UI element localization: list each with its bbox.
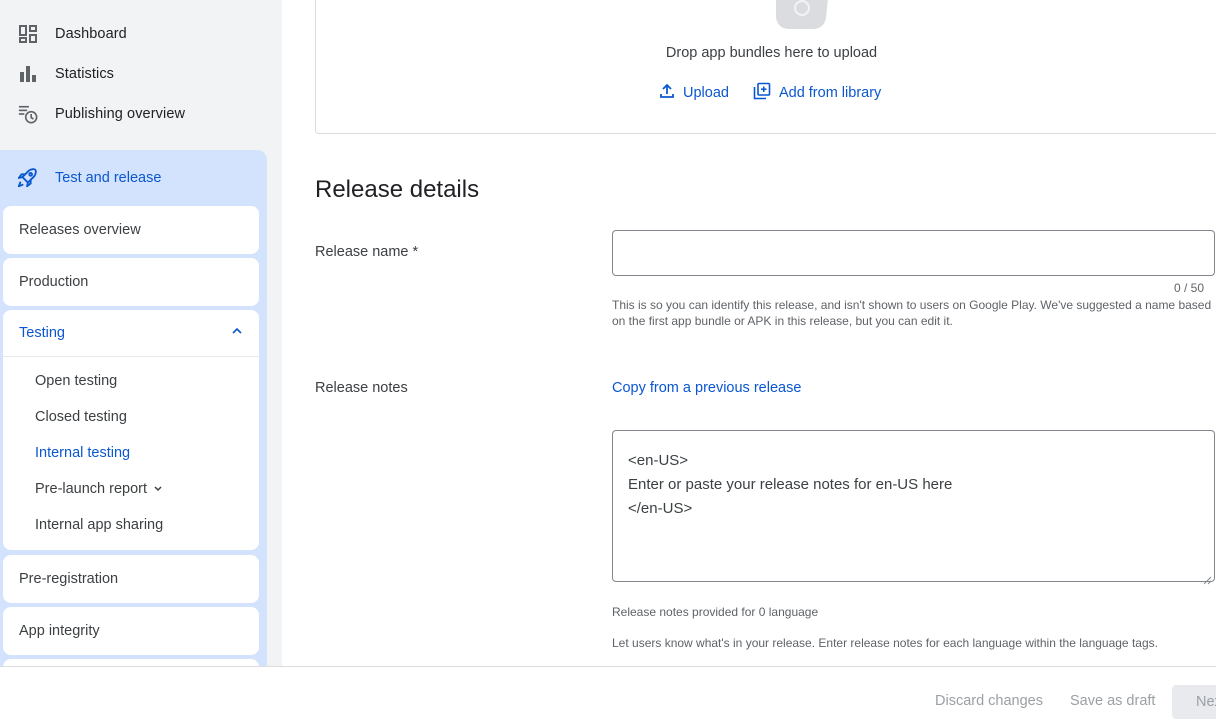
next-button[interactable]: Next — [1172, 685, 1216, 719]
sidebar-item-label: Testing — [19, 324, 65, 341]
sidebar-item-label: Open testing — [35, 373, 118, 389]
sidebar-item-statistics[interactable]: Statistics — [0, 54, 282, 94]
release-notes-help: Let users know what's in your release. E… — [612, 636, 1158, 650]
drop-instructions: Drop app bundles here to upload — [665, 45, 878, 61]
sidebar-item-publishing-overview[interactable]: Publishing overview — [0, 94, 282, 134]
sidebar-item-partial[interactable] — [3, 659, 259, 666]
sidebar-item-internal-testing[interactable]: Internal testing — [3, 435, 259, 471]
test-and-release-section: Test and release Releases overview Produ… — [0, 150, 267, 666]
upload-illustration-icon — [774, 0, 830, 32]
dashboard-icon — [18, 24, 38, 44]
sidebar-item-testing[interactable]: Testing — [3, 310, 259, 357]
chevron-down-icon — [153, 484, 163, 494]
release-name-label: Release name * — [315, 244, 418, 260]
notes-line: <en-US> — [628, 452, 689, 469]
sidebar: Dashboard Statistics Publishing overview… — [0, 0, 282, 666]
notes-line: </en-US> — [628, 500, 693, 517]
release-name-label-text: Release name — [315, 244, 409, 260]
bar-chart-icon — [18, 64, 38, 84]
sidebar-item-internal-app-sharing[interactable]: Internal app sharing — [3, 507, 259, 543]
sidebar-item-label: Dashboard — [55, 26, 127, 42]
sidebar-item-pre-launch-report[interactable]: Pre-launch report — [3, 471, 259, 507]
sidebar-item-label: Internal app sharing — [35, 517, 164, 533]
sidebar-item-label: Internal testing — [35, 445, 131, 461]
action-footer: Discard changes Save as draft Next — [0, 666, 1216, 723]
sidebar-item-closed-testing[interactable]: Closed testing — [3, 399, 259, 435]
sidebar-item-label: App integrity — [19, 623, 100, 639]
upload-dropzone[interactable]: Drop app bundles here to upload Upload A… — [315, 0, 1216, 134]
release-notes-count: Release notes provided for 0 language — [612, 605, 819, 619]
sidebar-item-label: Test and release — [55, 170, 162, 186]
rocket-icon — [16, 167, 38, 189]
sidebar-item-label: Production — [19, 274, 89, 290]
schedule-list-icon — [18, 104, 38, 124]
sidebar-item-dashboard[interactable]: Dashboard — [0, 14, 282, 54]
sidebar-item-label: Closed testing — [35, 409, 127, 425]
sidebar-item-production[interactable]: Production — [3, 258, 259, 306]
release-notes-textarea[interactable]: <en-US> Enter or paste your release note… — [612, 430, 1215, 585]
required-mark: * — [412, 244, 419, 260]
main-content: Drop app bundles here to upload Upload A… — [282, 0, 1216, 666]
library-add-icon — [753, 82, 771, 104]
add-from-library-button[interactable]: Add from library — [753, 82, 881, 104]
save-as-draft-button[interactable]: Save as draft — [1070, 693, 1155, 709]
upload-button-label: Upload — [683, 85, 729, 101]
release-notes-label: Release notes — [315, 380, 408, 396]
release-name-help: This is so you can identify this release… — [612, 298, 1212, 328]
add-from-library-label: Add from library — [778, 85, 882, 101]
sidebar-item-releases-overview[interactable]: Releases overview — [3, 206, 259, 254]
sidebar-item-pre-registration[interactable]: Pre-registration — [3, 555, 259, 603]
sidebar-item-label: Pre-registration — [19, 571, 119, 587]
page-title: Release details — [315, 176, 480, 203]
sidebar-item-label: Statistics — [55, 66, 115, 82]
sidebar-item-app-integrity[interactable]: App integrity — [3, 607, 259, 655]
sidebar-group-testing: Testing Open testing Closed testing Inte… — [3, 310, 259, 550]
sidebar-item-label: Pre-launch report — [35, 481, 148, 497]
release-name-counter: 0 / 50 — [1174, 281, 1205, 295]
upload-button[interactable]: Upload — [659, 82, 729, 104]
upload-icon — [659, 83, 675, 103]
sidebar-item-open-testing[interactable]: Open testing — [3, 363, 259, 399]
copy-from-previous-release-link[interactable]: Copy from a previous release — [612, 380, 801, 396]
release-name-input[interactable] — [612, 230, 1215, 276]
discard-changes-button[interactable]: Discard changes — [935, 693, 1043, 709]
sidebar-item-label: Publishing overview — [55, 106, 186, 122]
resize-handle-icon[interactable] — [1202, 569, 1212, 585]
notes-line: Enter or paste your release notes for en… — [628, 476, 953, 493]
chevron-up-icon — [231, 310, 243, 357]
sidebar-item-test-and-release[interactable]: Test and release — [0, 150, 267, 206]
sidebar-item-label: Releases overview — [19, 222, 141, 238]
sidebar-top-nav: Dashboard Statistics Publishing overview — [0, 14, 282, 134]
